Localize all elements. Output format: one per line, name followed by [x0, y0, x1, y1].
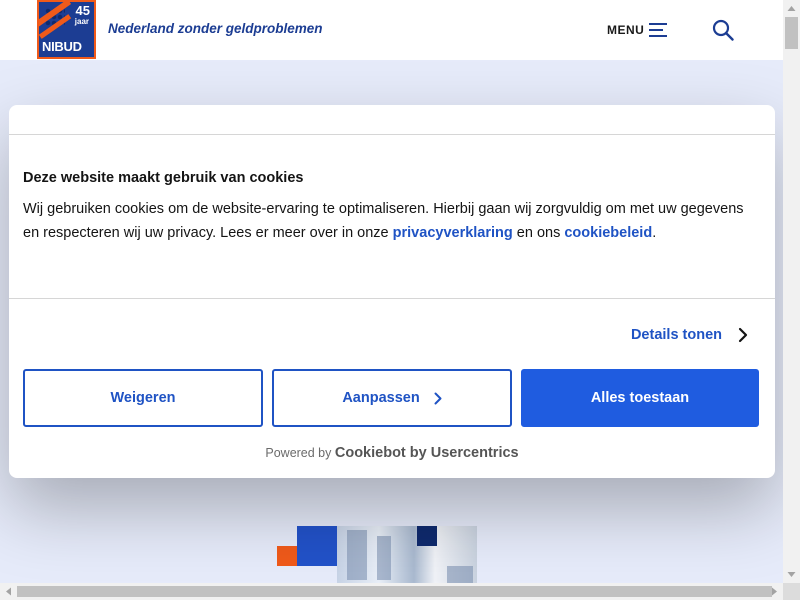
horizontal-scrollbar-thumb[interactable]: [17, 586, 772, 597]
dialog-divider: [9, 298, 775, 299]
cookie-policy-link[interactable]: cookiebeleid: [564, 225, 652, 241]
powered-by-text: Powered by Cookiebot by Usercentrics: [9, 445, 775, 461]
customize-button[interactable]: Aanpassen: [272, 369, 512, 427]
scroll-right-arrow-icon[interactable]: [766, 583, 783, 600]
scroll-down-arrow-icon[interactable]: [783, 566, 800, 583]
scrollbar-corner: [783, 583, 800, 600]
vertical-scrollbar-thumb[interactable]: [785, 17, 798, 49]
vertical-scrollbar[interactable]: [783, 0, 800, 583]
decorative-block: [277, 546, 297, 566]
site-tagline: Nederland zonder geldproblemen: [108, 21, 323, 36]
dialog-divider: [9, 134, 775, 135]
decorative-block: [297, 526, 337, 566]
nibud-logo[interactable]: 45 jaar NIBUD: [37, 0, 96, 59]
logo-name: NIBUD: [42, 39, 82, 54]
hamburger-icon[interactable]: [649, 23, 667, 37]
search-icon[interactable]: [712, 19, 734, 41]
privacy-policy-link[interactable]: privacyverklaring: [393, 225, 513, 241]
details-toggle[interactable]: Details tonen: [631, 325, 748, 345]
decorative-block: [417, 526, 437, 546]
details-label[interactable]: Details tonen: [631, 327, 722, 343]
scroll-left-arrow-icon[interactable]: [0, 583, 17, 600]
cookiebot-brand-link[interactable]: Cookiebot by Usercentrics: [335, 445, 519, 461]
reject-button[interactable]: Weigeren: [23, 369, 263, 427]
menu-button-label[interactable]: MENU: [607, 23, 644, 37]
scroll-up-arrow-icon[interactable]: [783, 0, 800, 17]
reject-button-label: Weigeren: [110, 390, 176, 406]
cookie-dialog-title: Deze website maakt gebruik van cookies: [23, 170, 304, 186]
cookie-text-part: .: [652, 225, 657, 241]
site-header: 45 jaar NIBUD Nederland zonder geldprobl…: [0, 0, 783, 60]
accept-all-button-label: Alles toestaan: [590, 390, 690, 406]
logo-anniversary-number: 45: [75, 3, 90, 18]
cookie-text-part: en ons: [512, 225, 565, 241]
customize-button-label: Aanpassen: [342, 390, 420, 406]
accept-all-button[interactable]: Alles toestaan: [521, 369, 759, 427]
cookie-dialog-text: Wij gebruiken cookies om de website-erva…: [23, 197, 763, 245]
horizontal-scrollbar[interactable]: [0, 583, 783, 600]
powered-by-prefix: Powered by: [265, 446, 332, 460]
chevron-right-icon[interactable]: [738, 327, 748, 343]
hero-image: [277, 526, 497, 583]
cookie-consent-dialog: Deze website maakt gebruik van cookies W…: [9, 105, 775, 478]
logo-anniversary-label: jaar: [74, 17, 89, 26]
hero-photo: [337, 526, 477, 583]
chevron-right-icon: [434, 392, 442, 404]
